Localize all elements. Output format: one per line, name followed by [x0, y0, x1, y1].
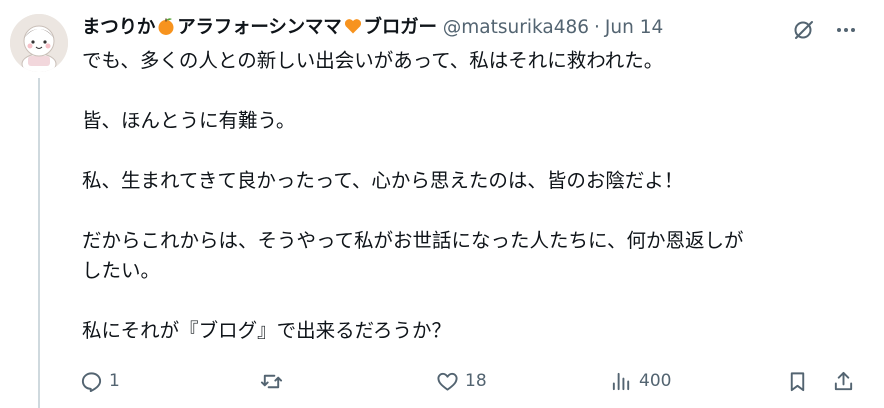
share-icon [834, 371, 853, 390]
tweet-line: 私にそれが『ブログ』で出来るだろうか？ [82, 319, 451, 342]
reply-icon [81, 371, 102, 392]
tweet-text: でも、多くの人との新しい出会いがあって、私はそれに救われた。 皆、ほんとうに有難… [82, 46, 862, 346]
retweet-icon [260, 374, 283, 388]
views-count: 400 [639, 371, 672, 391]
share-button[interactable] [832, 364, 855, 398]
thread-line [38, 78, 40, 408]
tweet-header: まつりか アラフォーシンママ ブロガー @matsurika486 · Jun 14 [82, 14, 782, 40]
separator-dot: · [594, 16, 600, 38]
tweet-line: だからこれからは、そうやって私がお世話になった人たちに、何か恩返しが [82, 229, 744, 252]
like-button[interactable]: 18 [436, 364, 487, 398]
views-icon [612, 372, 630, 390]
author-handle[interactable]: @matsurika486 [443, 17, 589, 38]
orange-heart-emoji [343, 16, 363, 41]
reply-count: 1 [109, 371, 120, 391]
bookmark-icon [790, 371, 805, 391]
action-bar: 1 18 400 [80, 364, 870, 398]
tweet-timestamp[interactable]: Jun 14 [605, 17, 663, 38]
more-icon[interactable] [834, 18, 858, 42]
orange-emoji [156, 16, 176, 41]
tweet: まつりか アラフォーシンママ ブロガー @matsurika486 · Jun 14… [0, 0, 884, 408]
tweet-line: 皆、ほんとうに有難う。 [82, 109, 296, 132]
author-name-part1: まつりか [82, 17, 156, 38]
avatar-illustration [10, 14, 68, 72]
like-count: 18 [465, 371, 487, 391]
grok-icon[interactable] [792, 18, 816, 42]
author-name-part2: アラフォーシンママ [177, 17, 342, 38]
retweet-button[interactable] [260, 364, 289, 398]
avatar[interactable] [10, 14, 68, 72]
like-icon [437, 372, 458, 391]
author-name[interactable]: まつりか アラフォーシンママ ブロガー [82, 13, 437, 41]
tweet-line: したい。 [82, 259, 161, 282]
reply-button[interactable]: 1 [80, 364, 120, 398]
tweet-line: でも、多くの人との新しい出会いがあって、私はそれに救われた。 [82, 49, 664, 72]
tweet-line: 私、生まれてきて良かったって、心から思えたのは、皆のお陰だよ！ [82, 169, 684, 192]
bookmark-button[interactable] [786, 364, 809, 398]
author-name-part3: ブロガー [363, 17, 437, 38]
views-button[interactable]: 400 [610, 364, 671, 398]
